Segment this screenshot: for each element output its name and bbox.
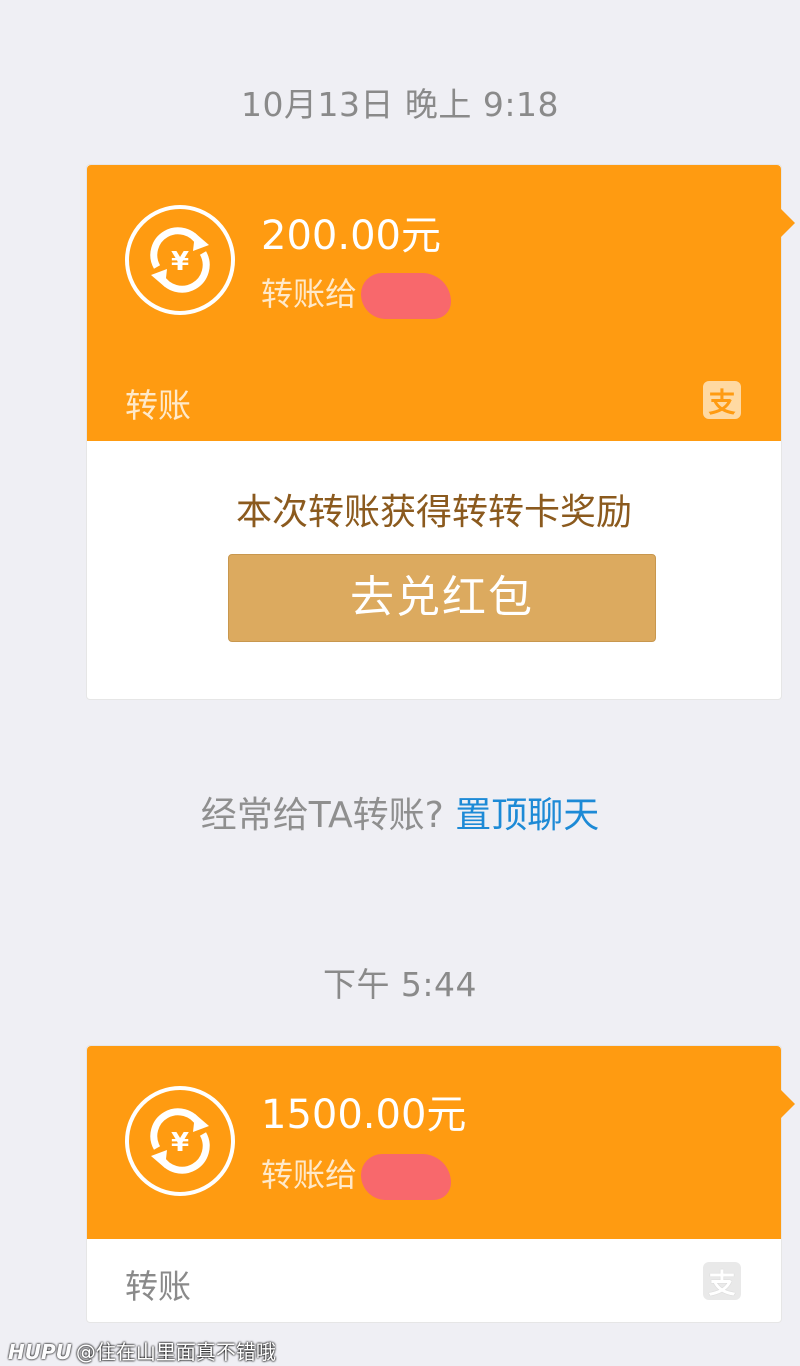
transfer-amount: 200.00元 (261, 213, 441, 259)
transfer-card-2[interactable]: ¥ 1500.00元 转账给 转账 支 (86, 1045, 795, 1323)
redacted-name (361, 1154, 452, 1200)
yuan-exchange-icon: ¥ (125, 1086, 235, 1196)
alipay-logo-icon: 支 (703, 381, 741, 419)
redacted-name (361, 273, 452, 319)
svg-text:¥: ¥ (171, 1128, 189, 1158)
bubble-tail (781, 209, 795, 237)
transfer-card-header: ¥ 200.00元 转账给 转账 支 (87, 165, 795, 441)
yuan-exchange-icon: ¥ (125, 205, 235, 315)
svg-text:¥: ¥ (171, 247, 189, 277)
transfer-recipient: 转账给 (261, 1150, 452, 1200)
transfer-card-1[interactable]: ¥ 200.00元 转账给 转账 支 本次转账获得转转卡奖励 去兑红包 (86, 164, 795, 700)
reward-message: 本次转账获得转转卡奖励 (235, 492, 632, 533)
pin-chat-link[interactable]: 置顶聊天 (455, 795, 599, 836)
transfer-recipient: 转账给 (261, 269, 452, 319)
watermark-brand: HUPU (8, 1340, 72, 1364)
watermark: HUPU @住在山里面真不错哦 (8, 1336, 276, 1365)
pin-hint-text: 经常给TA转账? (200, 795, 444, 836)
transfer-card-header: ¥ 1500.00元 转账给 (87, 1046, 795, 1239)
alipay-logo-icon: 支 (703, 1262, 741, 1300)
timestamp-1: 10月13日 晚上 9:18 (240, 85, 560, 124)
redeem-red-packet-button[interactable]: 去兑红包 (228, 554, 656, 642)
recipient-prefix: 转账给 (261, 1156, 358, 1194)
bubble-tail (781, 1090, 795, 1118)
pin-chat-hint: 经常给TA转账? 置顶聊天 (0, 786, 800, 838)
timestamp-2: 下午 5:44 (322, 965, 478, 1004)
transfer-amount: 1500.00元 (261, 1092, 467, 1138)
watermark-user: @住在山里面真不错哦 (75, 1340, 276, 1364)
recipient-prefix: 转账给 (261, 275, 358, 313)
transfer-type-label: 转账 (125, 386, 191, 425)
transfer-type-label: 转账 (125, 1267, 191, 1306)
